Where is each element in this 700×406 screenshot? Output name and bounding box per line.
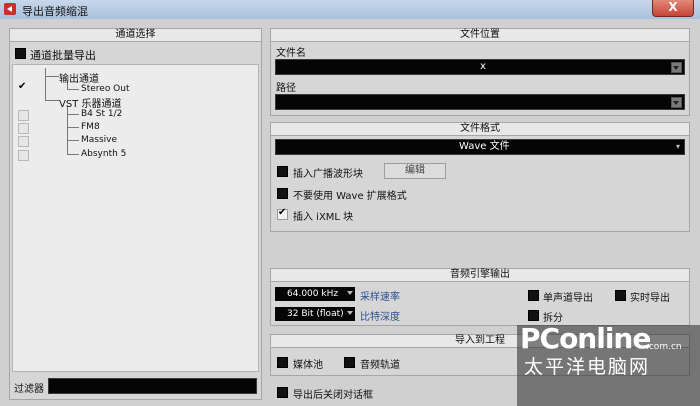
edit-button[interactable]: 编辑 <box>384 163 446 179</box>
batch-export-label: 通道批量导出 <box>30 49 96 62</box>
no-wave-ext-checkbox[interactable] <box>277 188 288 199</box>
tree-output-group[interactable]: 输出通道 <box>59 70 99 85</box>
tree-connector <box>67 89 79 90</box>
tree-connector <box>45 100 59 101</box>
window-title: 导出音频缩混 <box>22 5 88 18</box>
channel-selection-header: 通道选择 <box>10 29 261 42</box>
file-format-panel: 文件格式 Wave 文件 ▾ 插入广播波形块 编辑 不要使用 Wave 扩展格式… <box>270 122 690 232</box>
format-select[interactable]: Wave 文件 ▾ <box>275 139 685 155</box>
tree-instrument-fm8[interactable]: FM8 <box>81 122 100 132</box>
sample-rate-dropdown-icon[interactable] <box>347 290 353 295</box>
split-checkbox[interactable] <box>528 310 539 321</box>
audio-track-label: 音频轨道 <box>360 360 400 371</box>
bit-depth-dropdown-icon[interactable] <box>347 310 353 315</box>
mono-export-label: 单声道导出 <box>543 293 593 304</box>
tree-connector <box>45 76 59 77</box>
pool-label: 媒体池 <box>293 360 323 371</box>
mono-export-checkbox[interactable] <box>528 290 539 301</box>
pool-checkbox[interactable] <box>277 357 288 368</box>
no-wave-ext-label: 不要使用 Wave 扩展格式 <box>293 191 407 202</box>
path-label: 路径 <box>276 83 296 94</box>
file-name-input[interactable]: x <box>275 59 685 75</box>
instrument-checkbox-fm8[interactable] <box>18 123 29 134</box>
tree-stereo-out[interactable]: Stereo Out <box>81 84 130 94</box>
file-name-label: 文件名 <box>276 48 306 59</box>
realtime-export-label: 实时导出 <box>630 293 670 304</box>
instrument-checkbox-b4[interactable] <box>18 110 29 121</box>
format-value: Wave 文件 <box>459 141 510 152</box>
file-name-value: x <box>480 61 486 72</box>
tree-connector <box>45 68 46 100</box>
watermark-sub: 太平洋电脑网 <box>524 356 651 378</box>
file-format-header: 文件格式 <box>271 123 689 136</box>
tree-instrument-absynth[interactable]: Absynth 5 <box>81 149 126 159</box>
insert-ixml-label: 插入 iXML 块 <box>293 212 354 223</box>
format-dropdown-icon[interactable]: ▾ <box>676 140 680 154</box>
tree-connector <box>67 154 79 155</box>
file-location-panel: 文件位置 文件名 x 路径 <box>270 28 690 116</box>
watermark-domain: .com.cn <box>646 342 682 352</box>
sample-rate-select[interactable]: 64.000 kHz <box>275 287 355 301</box>
bit-depth-value: 32 Bit (float) <box>287 309 344 319</box>
instrument-checkbox-massive[interactable] <box>18 136 29 147</box>
tree-instrument-b4[interactable]: B4 St 1/2 <box>81 109 122 119</box>
channel-tree: 输出通道 ✔ Stereo Out VST 乐器通道 B4 St 1/2 FM8… <box>12 64 259 372</box>
tree-vsti-group[interactable]: VST 乐器通道 <box>59 95 121 110</box>
insert-ixml-checkbox[interactable]: ✔ <box>277 207 288 220</box>
audio-engine-panel: 音频引擎输出 64.000 kHz 采样速率 32 Bit (float) 比特… <box>270 268 690 326</box>
path-dropdown-icon[interactable] <box>671 97 682 108</box>
tree-connector <box>67 140 79 141</box>
app-icon <box>4 3 16 15</box>
audio-engine-header: 音频引擎输出 <box>271 269 689 282</box>
close-after-export-label: 导出后关闭对话框 <box>293 390 373 401</box>
file-location-header: 文件位置 <box>271 29 689 42</box>
close-button[interactable]: X <box>652 0 694 17</box>
watermark-brand: PConline <box>520 322 651 355</box>
filter-input[interactable] <box>48 378 257 394</box>
close-after-export-checkbox[interactable] <box>277 387 288 398</box>
channel-selection-panel: 通道选择 通道批量导出 输出通道 ✔ Stereo Out VST 乐器通道 B… <box>9 28 262 400</box>
bit-depth-select[interactable]: 32 Bit (float) <box>275 307 355 321</box>
tree-connector <box>67 127 79 128</box>
stereo-out-checkbox[interactable]: ✔ <box>18 81 27 93</box>
audio-track-checkbox[interactable] <box>344 357 355 368</box>
tree-instrument-massive[interactable]: Massive <box>81 135 117 145</box>
title-bar: 导出音频缩混 <box>0 0 700 20</box>
checkmark-icon: ✔ <box>18 81 27 92</box>
tree-connector <box>67 114 79 115</box>
realtime-export-checkbox[interactable] <box>615 290 626 301</box>
sample-rate-value: 64.000 kHz <box>287 289 339 299</box>
instrument-checkbox-absynth[interactable] <box>18 150 29 161</box>
insert-broadcast-label: 插入广播波形块 <box>293 169 363 180</box>
insert-broadcast-checkbox[interactable] <box>277 166 288 177</box>
batch-export-checkbox[interactable] <box>15 48 26 59</box>
path-input[interactable] <box>275 94 685 110</box>
file-name-dropdown-icon[interactable] <box>671 62 682 73</box>
checkmark-icon: ✔ <box>278 207 287 218</box>
sample-rate-label: 采样速率 <box>360 292 400 303</box>
tree-connector <box>67 105 68 155</box>
bit-depth-label: 比特深度 <box>360 312 400 323</box>
filter-label: 过滤器 <box>14 384 44 395</box>
